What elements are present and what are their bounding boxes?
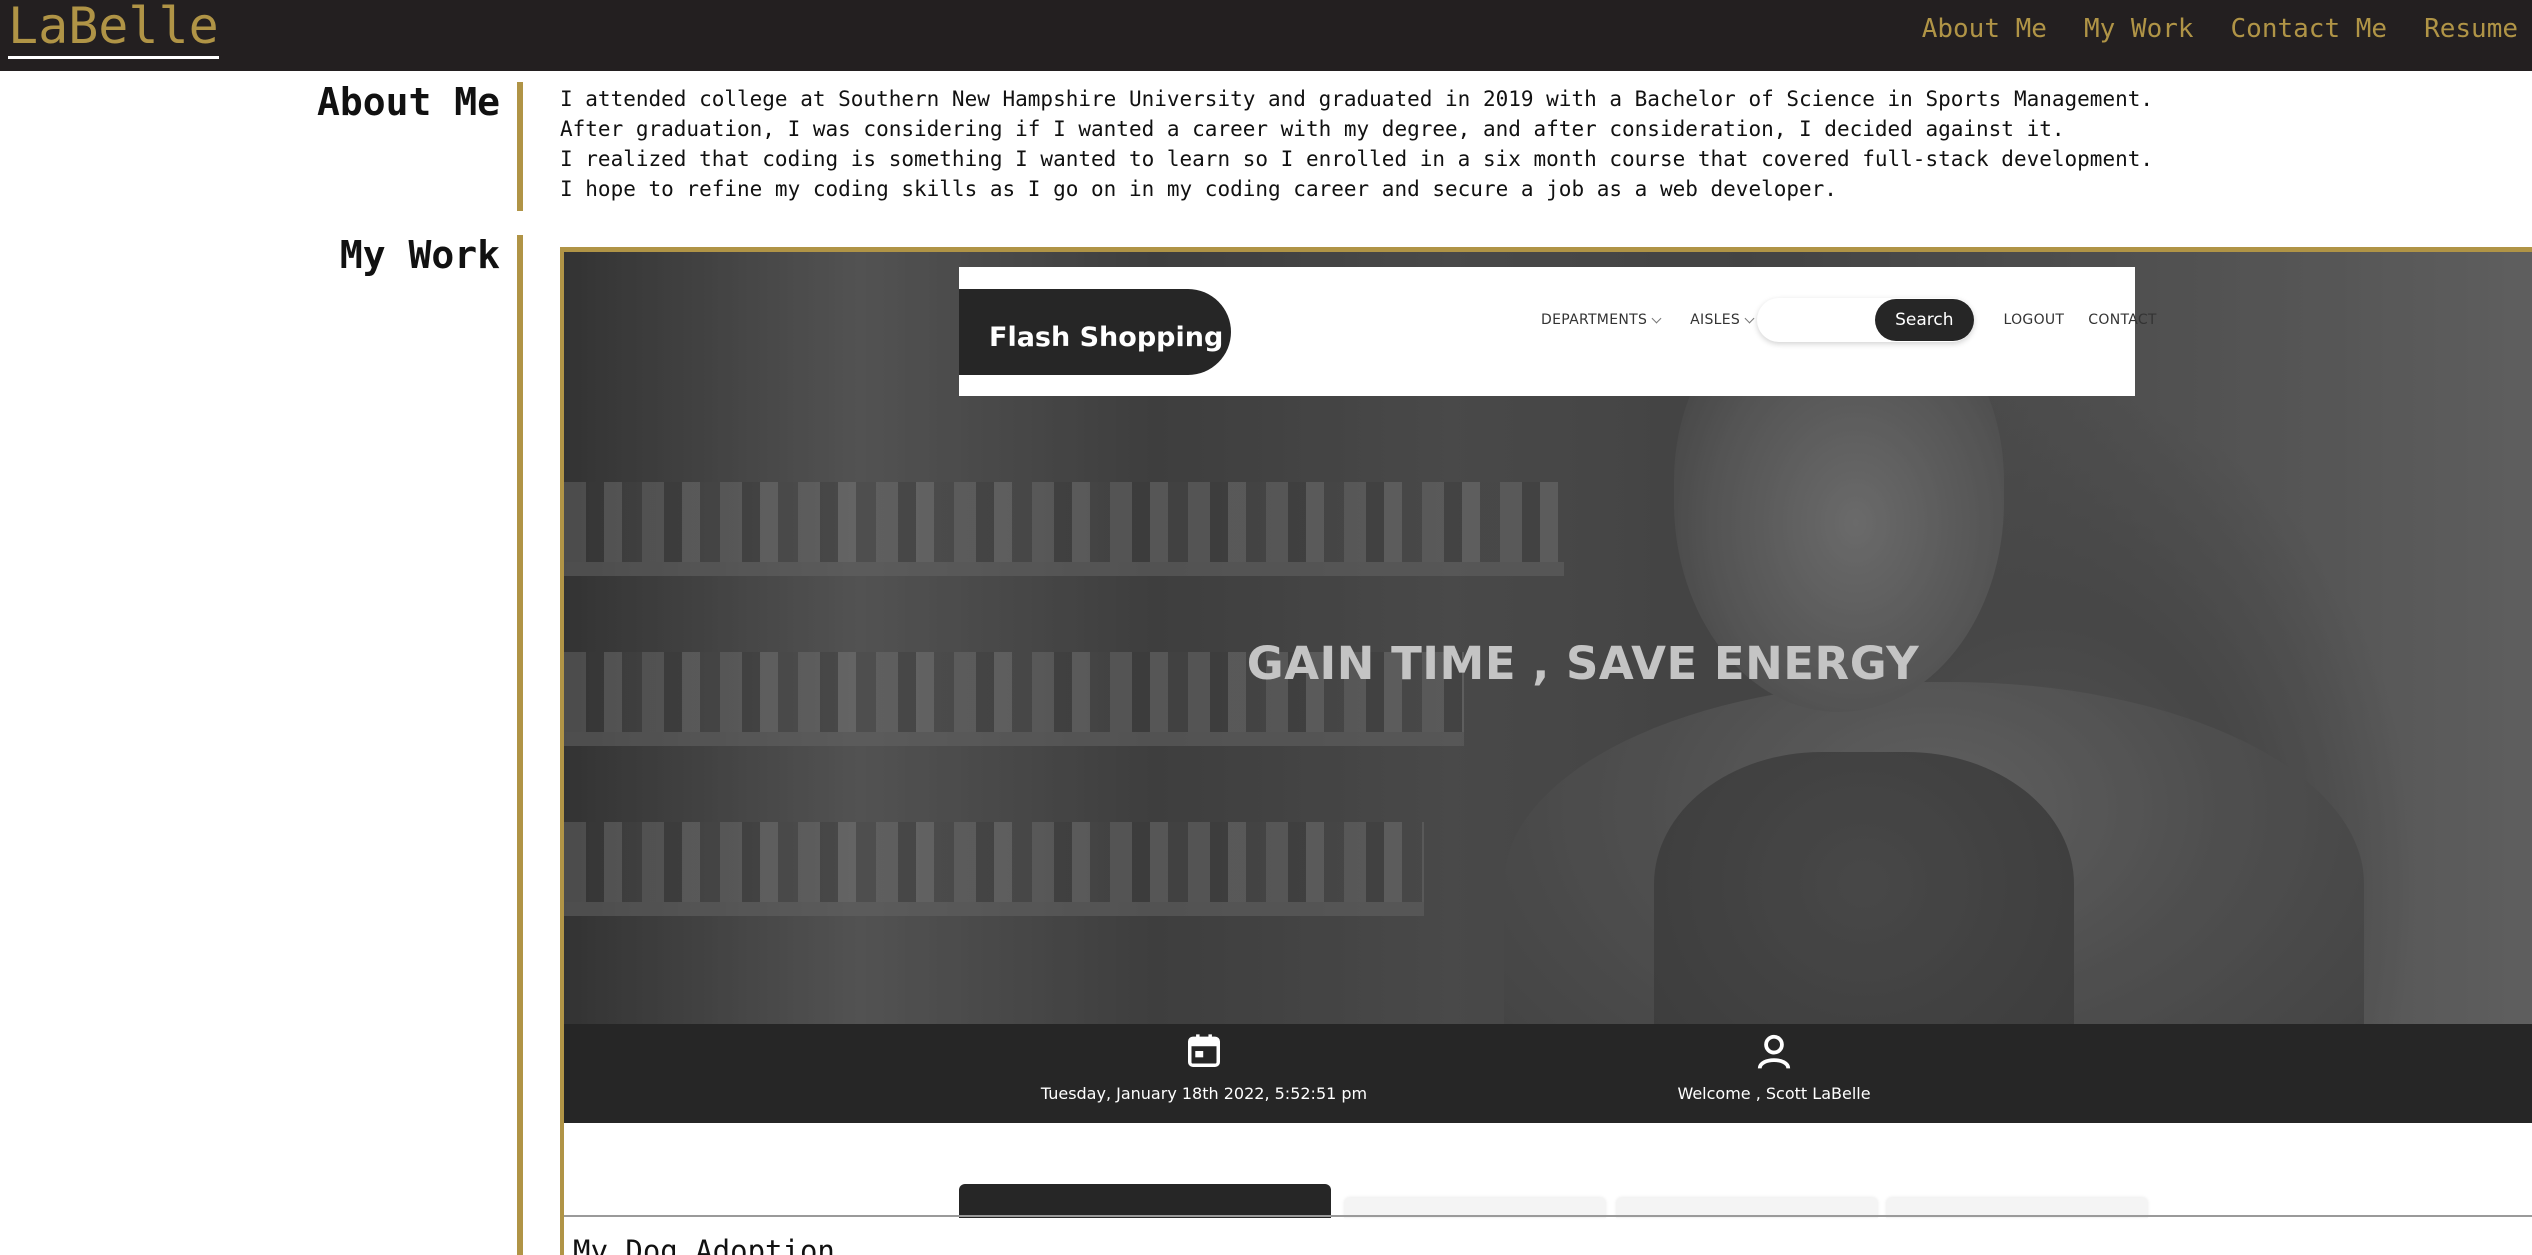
about-me-text: I attended college at Southern New Hamps… xyxy=(560,84,2510,204)
preview-aisles-dropdown[interactable]: AISLES xyxy=(1690,312,1755,328)
departments-label: DEPARTMENTS xyxy=(1541,312,1648,328)
preview-departments-dropdown[interactable]: DEPARTMENTS xyxy=(1541,312,1662,328)
preview-date-block: Tuesday, January 18th 2022, 5:52:51 pm xyxy=(1004,1032,1404,1103)
chevron-down-icon xyxy=(1744,313,1755,323)
project-divider xyxy=(564,1215,2532,1217)
nav-link-my-work[interactable]: My Work xyxy=(2084,14,2194,44)
about-line: I hope to refine my coding skills as I g… xyxy=(560,177,1837,201)
calendar-icon xyxy=(1188,1034,1220,1067)
top-navbar: LaBelle About Me My Work Contact Me Resu… xyxy=(0,0,2532,71)
nav-link-about-me[interactable]: About Me xyxy=(1922,14,2047,44)
main-nav: About Me My Work Contact Me Resume xyxy=(1922,0,2532,58)
brand-logo[interactable]: LaBelle xyxy=(8,0,219,59)
preview-logo[interactable]: Flash Shopping xyxy=(959,289,1231,375)
preview-contact-link[interactable]: CONTACT xyxy=(2088,312,2157,328)
my-work-heading: My Work xyxy=(339,233,500,277)
nav-link-contact-me[interactable]: Contact Me xyxy=(2231,14,2388,44)
about-me-divider xyxy=(517,82,523,211)
aisles-label: AISLES xyxy=(1690,312,1741,328)
preview-search-button[interactable]: Search xyxy=(1875,299,1974,341)
my-work-divider xyxy=(517,235,523,1255)
preview-tab-active[interactable] xyxy=(959,1184,1331,1218)
preview-date-text: Tuesday, January 18th 2022, 5:52:51 pm xyxy=(1040,1084,1368,1103)
preview-welcome-text: Welcome , Scott LaBelle xyxy=(1677,1084,1871,1103)
about-line: After graduation, I was considering if I… xyxy=(560,117,2065,141)
project-preview-frame[interactable]: Flash Shopping DEPARTMENTS AISLES Search… xyxy=(560,247,2532,1255)
next-project-title: My Dog Adoption xyxy=(573,1234,835,1255)
preview-search-group: Search xyxy=(1757,298,1974,342)
preview-hero-title: GAIN TIME , SAVE ENERGY xyxy=(1246,637,1920,690)
user-icon xyxy=(1757,1034,1791,1069)
preview-nav: DEPARTMENTS AISLES Search LOGOUT CONTACT xyxy=(1541,298,2157,342)
preview-logout-link[interactable]: LOGOUT xyxy=(2004,312,2065,328)
nav-link-resume[interactable]: Resume xyxy=(2424,14,2518,44)
about-me-heading: About Me xyxy=(316,80,500,124)
about-line: I realized that coding is something I wa… xyxy=(560,147,2154,171)
preview-user-block: Welcome , Scott LaBelle xyxy=(1574,1032,1974,1103)
chevron-down-icon xyxy=(1651,313,1662,323)
preview-search-input[interactable] xyxy=(1757,300,1876,340)
about-line: I attended college at Southern New Hamps… xyxy=(560,87,2154,111)
preview-info-bar: Tuesday, January 18th 2022, 5:52:51 pm W… xyxy=(564,1024,2532,1123)
preview-site-header: Flash Shopping DEPARTMENTS AISLES Search… xyxy=(959,267,2156,396)
